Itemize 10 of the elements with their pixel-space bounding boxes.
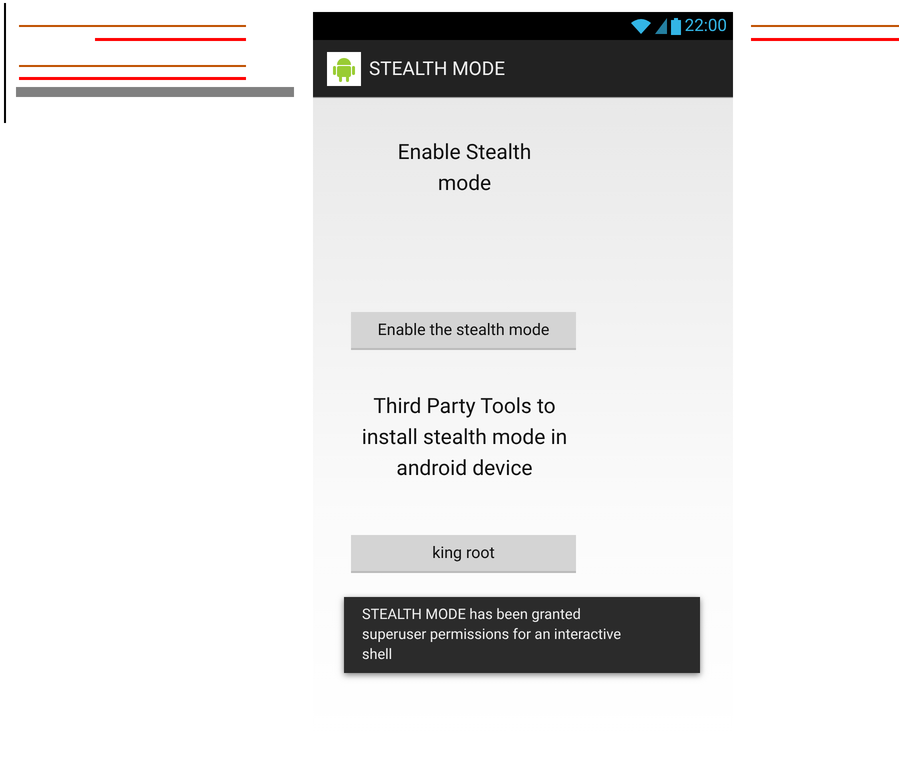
action-button[interactable]: king root [351,535,576,573]
signal-icon [654,18,667,34]
section-title: Enable Stealth mode [396,140,532,198]
section-heading: Third Party Tools to install stealth mode in android device [360,394,568,483]
action-button[interactable]: Enable the stealth mode [351,312,576,350]
wifi-icon [630,18,651,34]
clock-time: 22:00 [684,16,727,36]
permission-toast: STEALTH MODE has been granted superuser permissions for an interactive shell [344,597,700,673]
app-title: STEALTH MODE [369,57,506,80]
battery-icon [670,18,681,34]
